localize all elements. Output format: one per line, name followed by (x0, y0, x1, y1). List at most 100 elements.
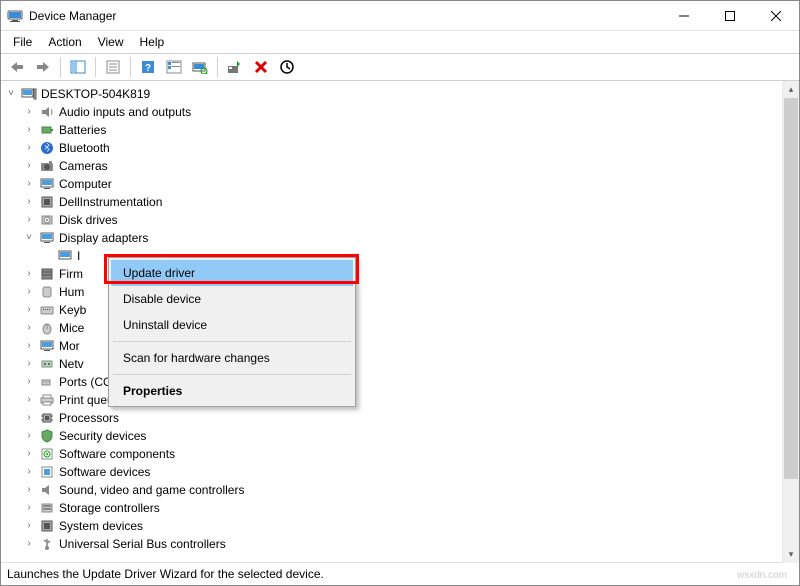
category-label: Batteries (59, 121, 106, 139)
expand-icon[interactable]: › (23, 196, 35, 208)
ctx-disable-device[interactable]: Disable device (111, 286, 353, 312)
tree-category[interactable]: › Audio inputs and outputs (23, 103, 782, 121)
context-menu: Update driver Disable device Uninstall d… (108, 257, 356, 407)
expand-icon[interactable]: › (23, 340, 35, 352)
tree-category[interactable]: › Software components (23, 445, 782, 463)
battery-icon (39, 122, 55, 138)
tree-category[interactable]: › Cameras (23, 157, 782, 175)
category-label: Cameras (59, 157, 108, 175)
tree-category[interactable]: › DellInstrumentation (23, 193, 782, 211)
expand-icon[interactable]: › (23, 484, 35, 496)
device-label: I (77, 247, 80, 265)
toolbar: ? (1, 53, 799, 81)
expand-icon[interactable]: › (23, 358, 35, 370)
tree-category[interactable]: › Bluetooth (23, 139, 782, 157)
tree-category[interactable]: ›Software devices (23, 463, 782, 481)
nav-forward-button[interactable] (31, 55, 55, 79)
expand-icon[interactable]: › (23, 520, 35, 532)
expand-icon[interactable]: › (23, 376, 35, 388)
category-label: Software components (59, 445, 175, 463)
expand-icon[interactable]: › (23, 268, 35, 280)
ctx-scan-hardware[interactable]: Scan for hardware changes (111, 345, 353, 371)
category-label: Disk drives (59, 211, 118, 229)
tree-category[interactable]: ›Storage controllers (23, 499, 782, 517)
bluetooth-icon (39, 140, 55, 156)
display-adapter-icon (57, 248, 73, 264)
expand-icon[interactable]: › (23, 124, 35, 136)
tree-category[interactable]: › Disk drives (23, 211, 782, 229)
uninstall-device-button[interactable] (249, 55, 273, 79)
scrollbar-thumb[interactable] (784, 98, 798, 479)
menu-help[interactable]: Help (132, 33, 173, 51)
expand-icon[interactable]: › (23, 286, 35, 298)
nav-back-button[interactable] (5, 55, 29, 79)
ctx-update-driver[interactable]: Update driver (111, 260, 353, 286)
status-text: Launches the Update Driver Wizard for th… (7, 567, 324, 581)
vertical-scrollbar[interactable]: ▴ ▾ (782, 81, 799, 563)
scroll-down-icon[interactable]: ▾ (783, 546, 799, 563)
separator (130, 57, 131, 77)
tree-root-label: DESKTOP-504K819 (41, 85, 150, 103)
maximize-button[interactable] (707, 1, 753, 30)
scan-hardware-button[interactable] (188, 55, 212, 79)
menu-view[interactable]: View (90, 33, 132, 51)
category-label: Audio inputs and outputs (59, 103, 191, 121)
sound-icon (39, 482, 55, 498)
device-manager-icon (7, 8, 23, 24)
collapse-icon[interactable]: ˅ (5, 88, 17, 100)
tree-category[interactable]: › Security devices (23, 427, 782, 445)
window-title: Device Manager (29, 9, 661, 23)
help-button[interactable]: ? (136, 55, 160, 79)
tree-category[interactable]: ›System devices (23, 517, 782, 535)
tree-category[interactable]: ›Computer (23, 175, 782, 193)
expand-icon[interactable]: › (23, 466, 35, 478)
tree-category[interactable]: › Batteries (23, 121, 782, 139)
tree-category[interactable]: ›Sound, video and game controllers (23, 481, 782, 499)
expand-icon[interactable]: › (23, 160, 35, 172)
action-button[interactable] (162, 55, 186, 79)
category-label: Security devices (59, 427, 146, 445)
scroll-up-icon[interactable]: ▴ (783, 81, 799, 98)
expand-icon[interactable]: › (23, 214, 35, 226)
separator (95, 57, 96, 77)
expand-icon[interactable]: › (23, 448, 35, 460)
tree-root[interactable]: ˅ DESKTOP-504K819 (5, 85, 782, 103)
expand-icon[interactable]: › (23, 412, 35, 424)
tree-category-display-adapters[interactable]: ˅Display adapters (23, 229, 782, 247)
tree-category[interactable]: ›Processors (23, 409, 782, 427)
update-driver-button[interactable] (223, 55, 247, 79)
expand-icon[interactable]: › (23, 394, 35, 406)
separator (217, 57, 218, 77)
show-hide-tree-button[interactable] (66, 55, 90, 79)
menu-file[interactable]: File (5, 33, 40, 51)
computer-icon (21, 86, 37, 102)
device-manager-window: Device Manager File Action View Help ? (0, 0, 800, 586)
category-label: Bluetooth (59, 139, 110, 157)
category-label: DellInstrumentation (59, 193, 162, 211)
tree-category[interactable]: ›Universal Serial Bus controllers (23, 535, 782, 553)
expand-icon[interactable]: › (23, 106, 35, 118)
expand-icon[interactable]: › (23, 178, 35, 190)
category-label: Hum (59, 283, 84, 301)
close-button[interactable] (753, 1, 799, 30)
collapse-icon[interactable]: ˅ (23, 232, 35, 244)
display-adapter-icon (39, 230, 55, 246)
expand-icon[interactable]: › (23, 502, 35, 514)
printer-icon (39, 392, 55, 408)
expand-icon[interactable]: › (23, 538, 35, 550)
expand-icon[interactable]: › (23, 430, 35, 442)
watermark: wsxdn.com (737, 570, 787, 581)
properties-button[interactable] (101, 55, 125, 79)
expand-icon[interactable]: › (23, 142, 35, 154)
expand-icon[interactable]: › (23, 322, 35, 334)
minimize-button[interactable] (661, 1, 707, 30)
expand-icon[interactable]: › (23, 304, 35, 316)
ctx-properties[interactable]: Properties (111, 378, 353, 404)
disable-device-button[interactable] (275, 55, 299, 79)
ctx-uninstall-device[interactable]: Uninstall device (111, 312, 353, 338)
hid-icon (39, 284, 55, 300)
monitor-icon (39, 338, 55, 354)
menu-action[interactable]: Action (40, 33, 89, 51)
keyboard-icon (39, 302, 55, 318)
separator (60, 57, 61, 77)
